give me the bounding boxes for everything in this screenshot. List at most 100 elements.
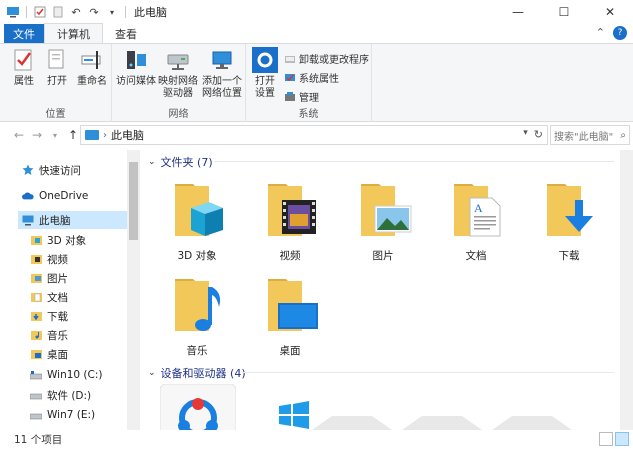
manage-button[interactable]: 管理 <box>284 89 319 104</box>
folder-tile-downloads[interactable]: 下载 <box>529 178 609 263</box>
nav-item-onedrive[interactable]: OneDrive <box>22 187 88 205</box>
ribbon-group-network: 访问媒体 映射网络 驱动器 添加一个 网络位置 网络 <box>112 44 246 122</box>
nav-item-music[interactable]: 音乐 <box>30 326 68 344</box>
folders-section-header[interactable]: ⌄ 文件夹 (7) <box>148 154 213 170</box>
details-view-icon[interactable] <box>599 432 613 446</box>
explorer-window-icon[interactable] <box>6 5 20 19</box>
windows-logo-icon <box>279 401 309 429</box>
collapse-ribbon-icon[interactable]: ⌃ <box>596 26 605 40</box>
refresh-icon[interactable]: ↻ <box>534 128 543 141</box>
nav-item-drive-e[interactable]: Win7 (E:) <box>30 406 95 424</box>
folder-tile-videos[interactable]: 视频 <box>250 178 330 263</box>
system-properties-label: 系统属性 <box>299 74 339 85</box>
nav-label: OneDrive <box>39 190 89 202</box>
computer-icon <box>22 214 34 226</box>
uninstall-program-button[interactable]: 卸载或更改程序 <box>284 51 369 66</box>
close-button[interactable]: ✕ <box>587 0 633 24</box>
downloads-folder-icon <box>547 184 593 236</box>
properties-check-icon[interactable] <box>33 5 47 19</box>
nav-item-videos[interactable]: 视频 <box>30 250 68 268</box>
properties-button[interactable]: 属性 <box>8 47 40 88</box>
folder-tile-3d-objects[interactable]: 3D 对象 <box>157 178 237 263</box>
drive-icon <box>30 409 42 421</box>
tab-view[interactable]: 查看 <box>103 24 149 43</box>
video-folder-icon <box>268 184 316 236</box>
undo-icon[interactable]: ↶ <box>69 5 83 19</box>
nav-label: 图片 <box>47 272 68 285</box>
nav-item-quick-access[interactable]: 快速访问 <box>22 161 81 179</box>
device-tile-drive-f[interactable] <box>492 412 572 430</box>
documents-folder-icon: A <box>454 184 501 237</box>
nav-label: 此电脑 <box>39 214 71 227</box>
nav-label: 下载 <box>47 310 68 323</box>
add-network-location-label: 添加一个 网络位置 <box>202 76 242 99</box>
rename-label: 重命名 <box>77 76 107 87</box>
folder-tile-documents[interactable]: A 文档 <box>436 178 516 263</box>
rename-button[interactable]: 重命名 <box>74 47 110 88</box>
open-settings-button[interactable]: 打开 设置 <box>250 47 280 100</box>
folder-tile-desktop[interactable]: 桌面 <box>250 273 330 358</box>
large-icons-view-icon[interactable] <box>615 432 629 446</box>
search-placeholder: 搜索"此电脑" <box>554 131 614 143</box>
nav-item-desktop[interactable]: 桌面 <box>30 345 68 363</box>
map-network-drive-button[interactable]: 映射网络 驱动器 <box>156 47 200 100</box>
folder-tile-music[interactable]: 音乐 <box>157 273 237 358</box>
device-tile-app[interactable] <box>158 384 238 430</box>
ribbon-group-system: 打开 设置 卸载或更改程序 系统属性 管理 系统 <box>246 44 372 122</box>
system-properties-button[interactable]: 系统属性 <box>284 70 339 85</box>
device-tile-drive-e[interactable] <box>402 412 482 430</box>
nav-label: Win7 (E:) <box>47 409 96 421</box>
recent-locations-icon[interactable]: ▾ <box>46 131 64 140</box>
tab-file[interactable]: 文件 <box>4 24 44 43</box>
add-network-location-button[interactable]: 添加一个 网络位置 <box>200 47 244 100</box>
forward-icon[interactable]: → <box>28 128 46 142</box>
back-icon[interactable]: ← <box>10 128 28 142</box>
folder-tile-pictures[interactable]: 图片 <box>343 178 423 263</box>
nav-item-3d-objects[interactable]: 3D 对象 <box>30 231 86 249</box>
nav-item-documents[interactable]: 文档 <box>30 288 68 306</box>
collapse-chevron-icon[interactable]: ⌄ <box>148 157 156 167</box>
properties-icon <box>11 47 37 73</box>
access-media-button[interactable]: 访问媒体 <box>116 47 156 88</box>
nav-item-drive-c[interactable]: Win10 (C:) <box>30 366 102 384</box>
desktop-icon <box>30 348 42 360</box>
nav-item-drive-d[interactable]: 软件 (D:) <box>30 386 91 404</box>
search-input[interactable]: 搜索"此电脑" ⌕ <box>550 125 630 145</box>
device-tile-drive-d[interactable] <box>312 412 392 430</box>
settings-gear-icon <box>252 47 278 73</box>
tab-computer[interactable]: 计算机 <box>44 23 103 43</box>
desktop-folder-icon <box>268 279 318 331</box>
3d-objects-folder-icon <box>175 184 223 236</box>
nav-item-this-pc[interactable]: 此电脑 <box>18 211 127 229</box>
documents-icon <box>30 291 42 303</box>
system-properties-icon <box>285 73 295 81</box>
pictures-icon <box>30 272 42 284</box>
maximize-button[interactable]: ☐ <box>541 0 587 24</box>
nav-pane-scroll-thumb[interactable] <box>129 162 138 240</box>
devices-section-header[interactable]: ⌄ 设备和驱动器 (4) <box>148 365 246 381</box>
breadcrumb-this-pc[interactable]: 此电脑 <box>111 127 144 143</box>
network-location-icon <box>209 47 235 73</box>
collapse-chevron-icon[interactable]: ⌄ <box>148 368 156 378</box>
address-bar[interactable]: › 此电脑 ▾ ↻ <box>80 125 548 145</box>
content-scrollbar[interactable] <box>620 150 633 430</box>
content-pane: ⌄ 文件夹 (7) 3D 对象 视频 图片 A 文档 下载 音乐 桌面 ⌄ 设备… <box>142 150 620 430</box>
help-icon[interactable]: ? <box>613 26 627 40</box>
minimize-button[interactable]: — <box>495 0 541 24</box>
properties-label: 属性 <box>14 76 34 87</box>
downloads-icon <box>30 310 42 322</box>
folder-label: 图片 <box>372 250 394 262</box>
redo-icon[interactable]: ↷ <box>87 5 101 19</box>
open-settings-label: 打开 设置 <box>255 76 275 99</box>
nav-item-pictures[interactable]: 图片 <box>30 269 68 287</box>
breadcrumb-chevron-icon[interactable]: › <box>103 130 107 141</box>
nav-item-downloads[interactable]: 下载 <box>30 307 68 325</box>
folder-label: 音乐 <box>186 345 208 357</box>
nav-pane-scrollbar[interactable] <box>127 150 140 430</box>
new-folder-icon[interactable] <box>51 5 65 19</box>
customize-toolbar-icon[interactable]: ▾ <box>105 5 119 19</box>
folder-label: 桌面 <box>279 345 301 357</box>
address-dropdown-icon[interactable]: ▾ <box>523 128 528 141</box>
video-icon <box>30 253 42 265</box>
open-button[interactable]: 打开 <box>42 47 72 88</box>
